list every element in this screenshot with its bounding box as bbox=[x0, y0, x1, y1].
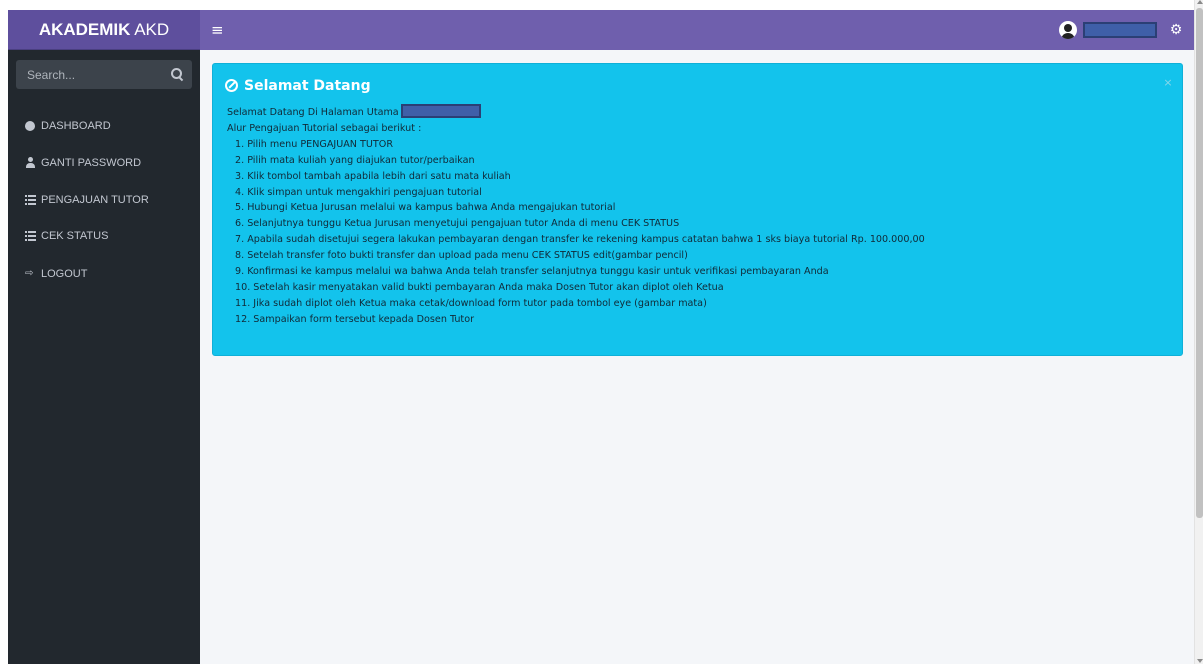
close-icon[interactable]: × bbox=[1162, 76, 1174, 90]
sidebar-item-label: PENGAJUAN TUTOR bbox=[41, 194, 149, 206]
list-icon bbox=[25, 195, 36, 205]
welcome-alert: Selamat Datang × Selamat Datang Di Halam… bbox=[212, 63, 1183, 356]
user-name-redacted bbox=[400, 104, 481, 118]
alert-title: Selamat Datang bbox=[227, 76, 371, 96]
app-window: AKADEMIK AKD ≡ ⚙ DASHBOARD GANTI PASSWOR… bbox=[8, 10, 1194, 664]
list-icon bbox=[25, 231, 36, 241]
scroll-up-arrow-icon[interactable] bbox=[1197, 0, 1203, 4]
list-item: 1. Pilih menu PENGAJUAN TUTOR bbox=[235, 138, 393, 150]
list-item: 8. Setelah transfer foto bukti transfer … bbox=[235, 250, 688, 262]
brand-rest: AKD bbox=[130, 20, 170, 39]
user-icon bbox=[25, 157, 36, 168]
brand-bold: AKADEMIK bbox=[38, 20, 131, 39]
list-item: 7. Apabila sudah disetujui segera lakuka… bbox=[235, 234, 925, 246]
sidebar-item-label: GANTI PASSWORD bbox=[41, 157, 142, 169]
list-item: 3. Klik tombol tambah apabila lebih dari… bbox=[235, 170, 511, 182]
user-name-redacted[interactable] bbox=[1083, 22, 1157, 38]
bars-icon[interactable]: ≡ bbox=[211, 20, 225, 40]
scroll-down-arrow-icon[interactable] bbox=[1197, 659, 1203, 663]
sidebar-item-dashboard[interactable]: DASHBOARD bbox=[16, 112, 192, 140]
list-item: 2. Pilih mata kuliah yang diajukan tutor… bbox=[235, 154, 475, 166]
list-item: 12. Sampaikan form tersebut kepada Dosen… bbox=[235, 313, 475, 325]
brand-logo[interactable]: AKADEMIK AKD bbox=[8, 10, 200, 50]
alert-body: Selamat Datang Di Halaman Utama Alur Pen… bbox=[227, 104, 1167, 328]
circle-icon bbox=[25, 121, 35, 131]
scroll-thumb[interactable] bbox=[1196, 8, 1203, 518]
list-item: 10. Setelah kasir menyatakan valid bukti… bbox=[235, 281, 724, 293]
search-icon[interactable] bbox=[171, 68, 183, 80]
sidebar-item-ganti-password[interactable]: GANTI PASSWORD bbox=[16, 149, 192, 177]
sidebar-search bbox=[16, 60, 192, 89]
list-item: 6. Selanjutnya tunggu Ketua Jurusan meny… bbox=[235, 218, 680, 230]
list-item: 11. Jika sudah diplot oleh Ketua maka ce… bbox=[235, 297, 707, 309]
cogs-icon[interactable]: ⚙ bbox=[1167, 21, 1185, 39]
steps-list: 1. Pilih menu PENGAJUAN TUTOR 2. Pilih m… bbox=[235, 137, 1167, 328]
sidebar: DASHBOARD GANTI PASSWORD PENGAJUAN TUTOR… bbox=[8, 50, 200, 664]
user-circle-icon[interactable] bbox=[1059, 21, 1077, 39]
page-scrollbar[interactable] bbox=[1194, 0, 1203, 664]
sidebar-item-label: CEK STATUS bbox=[41, 230, 109, 242]
sidebar-item-pengajuan-tutor[interactable]: PENGAJUAN TUTOR bbox=[16, 186, 192, 214]
steps-subtitle: Alur Pengajuan Tutorial sebagai berikut … bbox=[227, 122, 422, 134]
intro-line: Selamat Datang Di Halaman Utama bbox=[227, 104, 1167, 121]
sidebar-item-cek-status[interactable]: CEK STATUS bbox=[16, 222, 192, 250]
sign-in-icon: ⇨ bbox=[25, 268, 34, 279]
list-item: 4. Klik simpan untuk mengakhiri pengajua… bbox=[235, 186, 482, 198]
top-navbar: AKADEMIK AKD ≡ ⚙ bbox=[8, 10, 1194, 50]
search-input[interactable] bbox=[16, 60, 166, 89]
alert-title-text: Selamat Datang bbox=[244, 78, 371, 94]
sidebar-item-logout[interactable]: ⇨ LOGOUT bbox=[16, 260, 192, 288]
sidebar-item-label: DASHBOARD bbox=[41, 120, 111, 132]
list-item: 5. Hubungi Ketua Jurusan melalui wa kamp… bbox=[235, 202, 616, 214]
list-item: 9. Konfirmasi ke kampus melalui wa bahwa… bbox=[235, 266, 829, 278]
sidebar-item-label: LOGOUT bbox=[41, 268, 88, 280]
intro-text: Selamat Datang Di Halaman Utama bbox=[227, 107, 399, 118]
